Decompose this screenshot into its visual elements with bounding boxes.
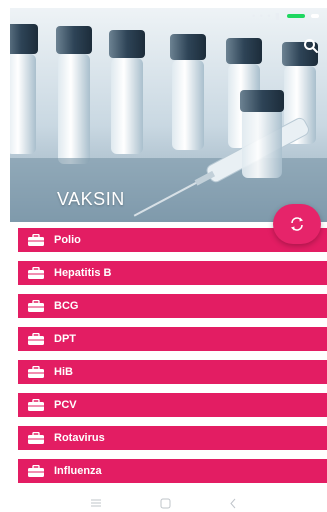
list-item-label: Rotavirus xyxy=(54,432,105,444)
search-icon[interactable] xyxy=(303,38,319,54)
vaccine-list: Polio Hepatitis B BCG DPT HiB PCV Rotavi… xyxy=(18,228,327,492)
list-item-label: HiB xyxy=(54,366,73,378)
back-chevron-icon[interactable] xyxy=(229,498,237,509)
list-item-pcv[interactable]: PCV xyxy=(18,393,327,417)
refresh-icon xyxy=(291,217,303,231)
briefcase-icon xyxy=(28,234,44,246)
briefcase-icon xyxy=(28,399,44,411)
briefcase-icon xyxy=(28,432,44,444)
briefcase-icon xyxy=(28,300,44,312)
list-item-label: BCG xyxy=(54,300,79,312)
list-item-label: DPT xyxy=(54,333,76,345)
list-item-dpt[interactable]: DPT xyxy=(18,327,327,351)
list-item-hepatitis-b[interactable]: Hepatitis B xyxy=(18,261,327,285)
list-item-label: Hepatitis B xyxy=(54,267,112,279)
list-item-bcg[interactable]: BCG xyxy=(18,294,327,318)
refresh-button[interactable] xyxy=(273,204,321,244)
list-item-label: Influenza xyxy=(54,465,102,477)
briefcase-icon xyxy=(28,366,44,378)
list-item-rotavirus[interactable]: Rotavirus xyxy=(18,426,327,450)
battery-level-icon xyxy=(311,14,319,18)
list-item-label: PCV xyxy=(54,399,77,411)
briefcase-icon xyxy=(28,333,44,345)
page-title: VAKSIN xyxy=(57,189,125,209)
battery-icon xyxy=(287,14,305,18)
list-item-label: Polio xyxy=(54,234,81,246)
list-item-influenza[interactable]: Influenza xyxy=(18,459,327,483)
home-square-icon[interactable] xyxy=(160,498,171,509)
system-navigation-bar xyxy=(0,494,327,512)
header-image: VAKSIN xyxy=(10,8,327,222)
menu-icon[interactable] xyxy=(90,499,102,507)
list-item-hib[interactable]: HiB xyxy=(18,360,327,384)
briefcase-icon xyxy=(28,465,44,477)
status-bar: • • • ▮ xyxy=(10,8,327,24)
briefcase-icon xyxy=(28,267,44,279)
status-icons: • • • ▮ xyxy=(252,10,281,21)
